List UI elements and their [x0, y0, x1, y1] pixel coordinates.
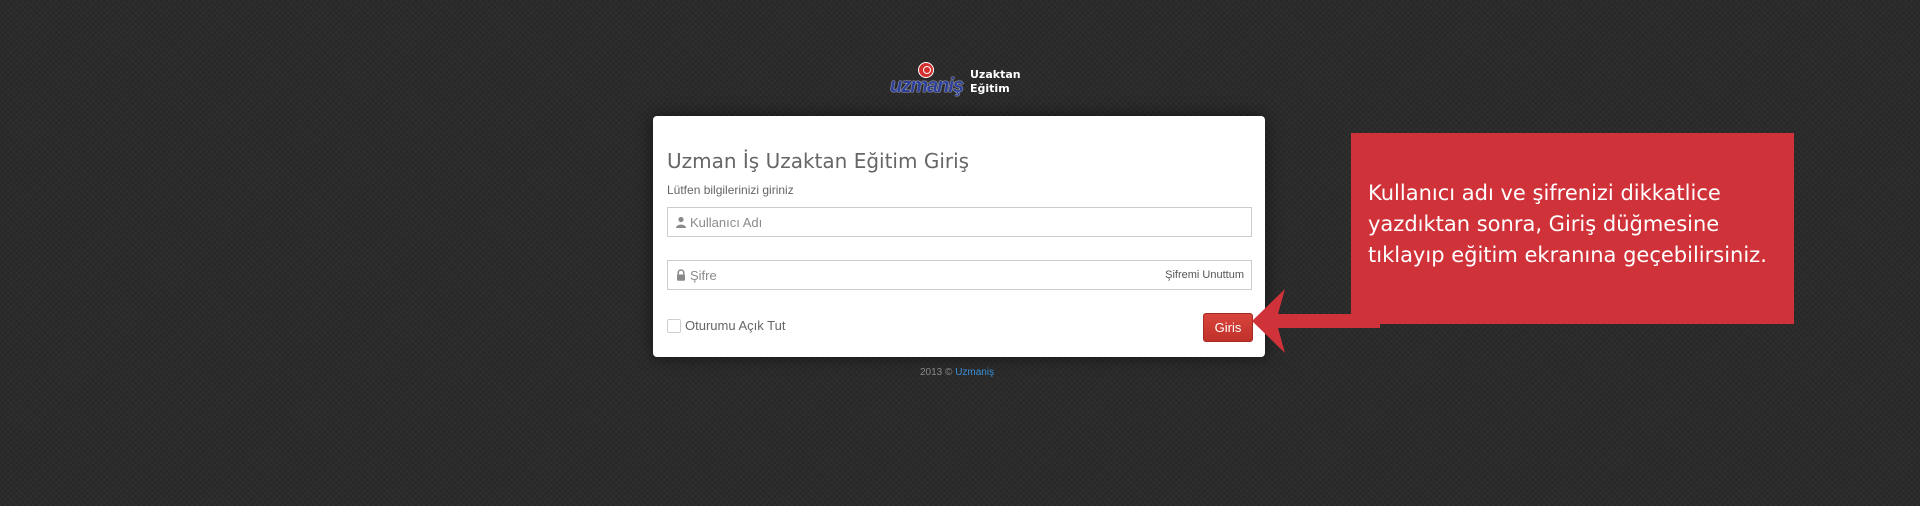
login-card: Uzman İş Uzaktan Eğitim Giriş Lütfen bil… [653, 116, 1265, 357]
footer: 2013 © Uzmaniş [920, 367, 994, 378]
password-field: Şifremi Unuttum [667, 260, 1252, 290]
remember-me[interactable]: Oturumu Açık Tut [667, 317, 785, 333]
username-input[interactable] [690, 208, 1170, 236]
logo-tagline-line2: Eğitim [970, 82, 1010, 95]
user-icon [676, 216, 686, 228]
logo-mark: uzmaniş [890, 60, 964, 102]
remember-me-label: Oturumu Açık Tut [685, 318, 786, 334]
logo-wordmark: uzmaniş [890, 75, 964, 97]
username-field [667, 207, 1252, 237]
logo-tagline-line1: Uzaktan [970, 68, 1021, 81]
forgot-password-link[interactable]: Şifremi Unuttum [1165, 269, 1244, 281]
callout-text: Kullanıcı adı ve şifrenizi dikkatlice ya… [1368, 181, 1767, 267]
footer-link[interactable]: Uzmaniş [955, 367, 994, 378]
copyright-text: 2013 © [920, 367, 953, 378]
remember-me-checkbox[interactable] [667, 318, 681, 333]
lock-icon [677, 269, 685, 281]
password-input[interactable] [690, 261, 1170, 289]
instruction-callout: Kullanıcı adı ve şifrenizi dikkatlice ya… [1351, 133, 1794, 324]
login-button[interactable]: Giris [1203, 313, 1253, 342]
logo-tagline: Uzaktan Eğitim [970, 68, 1021, 96]
login-subtitle: Lütfen bilgilerinizi giriniz [667, 183, 794, 197]
brand-logo: uzmaniş Uzaktan Eğitim [890, 60, 1025, 102]
login-title: Uzman İş Uzaktan Eğitim Giriş [667, 149, 970, 173]
